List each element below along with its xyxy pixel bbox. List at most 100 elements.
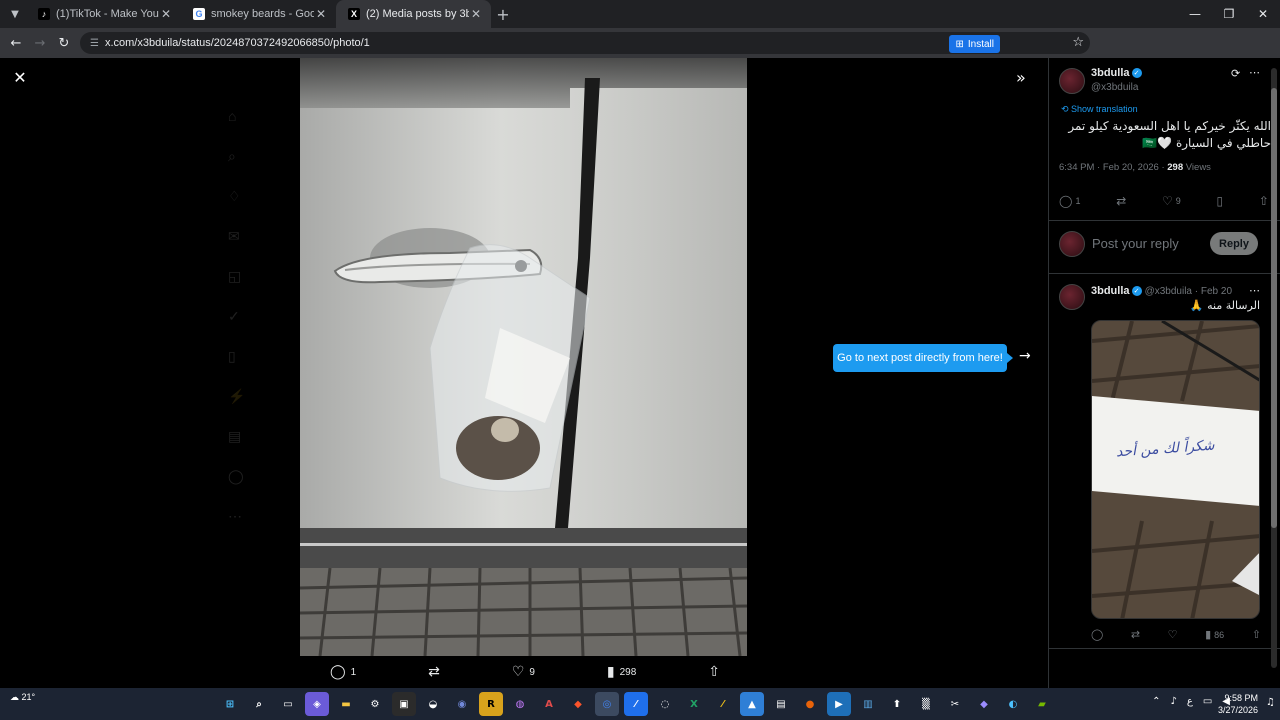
discord-icon[interactable]: ◉	[450, 692, 474, 716]
more-options-icon[interactable]: ⋯	[1249, 284, 1260, 297]
repost-button[interactable]: ⇄	[1131, 628, 1140, 641]
file-explorer-icon[interactable]: ▬	[334, 692, 358, 716]
reply-actions: ◯ ⇄ ♡ ▮ 86 ⇧	[1091, 628, 1261, 641]
share-button[interactable]: ⇧	[1259, 194, 1269, 208]
clock[interactable]: 9:58 PM 3/27/2026	[1218, 692, 1258, 716]
photos-icon[interactable]: ▲	[740, 692, 764, 716]
reply-button[interactable]: ◯ 1	[330, 664, 356, 680]
forward-icon[interactable]: →	[28, 36, 52, 51]
app-icon[interactable]: ⁄	[624, 692, 648, 716]
excel-icon[interactable]: X	[682, 692, 706, 716]
post-photo[interactable]	[300, 58, 747, 656]
app-icon[interactable]: ●	[798, 692, 822, 716]
notification-bell-icon[interactable]: ♫	[1266, 697, 1275, 708]
language-indicator[interactable]: ع	[1187, 696, 1193, 707]
more-options-icon[interactable]: ⋯	[1249, 66, 1260, 79]
close-tab-icon[interactable]: ✕	[159, 7, 173, 21]
app-icon[interactable]: ▣	[392, 692, 416, 716]
edge-icon[interactable]: ◐	[1001, 692, 1025, 716]
app-icon[interactable]: ◌	[653, 692, 677, 716]
app-icon[interactable]: R	[479, 692, 503, 716]
chrome-icon[interactable]: ◎	[595, 692, 619, 716]
capcut-icon[interactable]: ✂	[943, 692, 967, 716]
reply-input[interactable]: Post your reply	[1092, 236, 1179, 251]
repost-button[interactable]: ⇄	[428, 664, 440, 680]
microphone-icon[interactable]: ♪	[1170, 696, 1176, 707]
close-tab-icon[interactable]: ✕	[469, 7, 483, 21]
copilot-icon[interactable]: ◈	[305, 692, 329, 716]
task-view-icon[interactable]: ▭	[276, 692, 300, 716]
tiktok-icon: ♪	[38, 8, 50, 20]
steam-icon[interactable]: ◒	[421, 692, 445, 716]
settings-icon[interactable]: ⚙	[363, 692, 387, 716]
back-icon[interactable]: ←	[4, 36, 28, 51]
share-button[interactable]: ⇧	[708, 664, 720, 680]
app-icon[interactable]: ▶	[827, 692, 851, 716]
scrollbar-thumb[interactable]	[1271, 88, 1277, 528]
reply-photo[interactable]: شكراً لك من أحد	[1091, 320, 1260, 619]
grok-icon[interactable]: ⟳	[1231, 67, 1240, 80]
reload-icon[interactable]: ↻	[52, 36, 76, 51]
reply-submit-button[interactable]: Reply	[1210, 232, 1258, 255]
views-count: 298	[619, 666, 637, 678]
share-button[interactable]: ⇧	[1252, 628, 1261, 641]
close-tab-icon[interactable]: ✕	[314, 7, 328, 21]
close-media-icon[interactable]: ✕	[10, 68, 30, 88]
tray-overflow-icon[interactable]: ⌃	[1152, 696, 1160, 707]
weather-widget[interactable]: ☁ 21°	[10, 692, 35, 703]
app-icon[interactable]: ⁄	[711, 692, 735, 716]
network-icon[interactable]: ▭	[1203, 696, 1212, 707]
nvidia-icon[interactable]: ▰	[1030, 692, 1054, 716]
next-post-arrow-icon[interactable]: →	[1019, 348, 1031, 364]
repost-icon: ⇄	[1116, 194, 1127, 208]
install-app-button[interactable]: ⊞ Install	[949, 35, 1000, 53]
like-button[interactable]: ♡ 9	[1162, 194, 1181, 208]
bookmark-star-icon[interactable]: ☆	[1072, 35, 1084, 50]
tab-x-media[interactable]: X (2) Media posts by 3bdulla (@x3bduila)…	[336, 0, 491, 28]
divider	[1049, 273, 1280, 274]
display-name[interactable]: 3bdulla ✓	[1091, 67, 1142, 79]
address-bar[interactable]: ☰ x.com/x3bduila/status/2024870372492066…	[80, 32, 1090, 54]
like-button[interactable]: ♡	[1168, 628, 1178, 641]
repost-button[interactable]: ⇄	[1116, 194, 1126, 208]
app-icon[interactable]: A	[537, 692, 561, 716]
reply-button[interactable]: ◯ 1	[1059, 194, 1080, 208]
brave-icon[interactable]: ◆	[566, 692, 590, 716]
restore-icon[interactable]: ❐	[1212, 0, 1246, 28]
post-detail-panel: 3bdulla ✓ @x3bduila ⟳ ⋯ ⟲ Show translatio…	[1048, 58, 1280, 688]
minimize-icon[interactable]: —	[1178, 0, 1212, 28]
new-tab-button[interactable]: +	[491, 5, 515, 24]
search-icon[interactable]: ⌕	[247, 692, 271, 716]
app-icon[interactable]: ◍	[508, 692, 532, 716]
tab-google[interactable]: G smokey beards - Google Search ✕	[181, 0, 336, 28]
store-icon[interactable]: ▤	[769, 692, 793, 716]
bookmark-button[interactable]: ▯	[1217, 194, 1224, 208]
site-info-icon[interactable]: ☰	[90, 38, 99, 49]
show-translation-link[interactable]: ⟲ Show translation	[1061, 104, 1138, 115]
chat-icon: ✉	[228, 228, 240, 244]
avatar[interactable]	[1059, 284, 1085, 310]
start-icon[interactable]: ⊞	[218, 692, 242, 716]
close-window-icon[interactable]: ✕	[1246, 0, 1280, 28]
like-button[interactable]: ♡ 9	[512, 664, 535, 680]
reply-button[interactable]: ◯	[1091, 628, 1103, 641]
tab-title: (2) Media posts by 3bdulla (@x3bduila)	[366, 8, 469, 20]
user-handle[interactable]: @x3bduila	[1091, 82, 1138, 93]
app-icon[interactable]: ◆	[972, 692, 996, 716]
media-viewer: ⌂ ⌕ ♢ ✉ ◱ ✓ ▯ ⚡ ▤ ◯ ⋯ ✕ ◯ 1 ⇄ ♡ 9 ▮ 298 …	[0, 58, 1280, 688]
tab-tiktok[interactable]: ♪ (1)TikTok - Make Your Day ✕	[26, 0, 181, 28]
install-icon: ⊞	[955, 38, 964, 50]
window-controls: — ❐ ✕	[1178, 0, 1280, 28]
avatar[interactable]	[1059, 68, 1085, 94]
app-icon[interactable]: ▒	[914, 692, 938, 716]
app-icon[interactable]: ⬆	[885, 692, 909, 716]
panel-scrollbar[interactable]	[1271, 68, 1277, 668]
tab-search-button[interactable]: ▼	[4, 3, 26, 25]
collapse-panel-icon[interactable]: »	[1016, 68, 1026, 87]
repost-icon: ⇄	[428, 664, 440, 680]
reply-display-name[interactable]: 3bdulla ✓ @x3bduila · Feb 20	[1091, 285, 1232, 297]
views-button[interactable]: ▮ 298	[607, 664, 636, 680]
tab-title: smokey beards - Google Search	[211, 8, 314, 20]
views-button[interactable]: ▮ 86	[1205, 628, 1224, 641]
notepad-icon[interactable]: ▥	[856, 692, 880, 716]
